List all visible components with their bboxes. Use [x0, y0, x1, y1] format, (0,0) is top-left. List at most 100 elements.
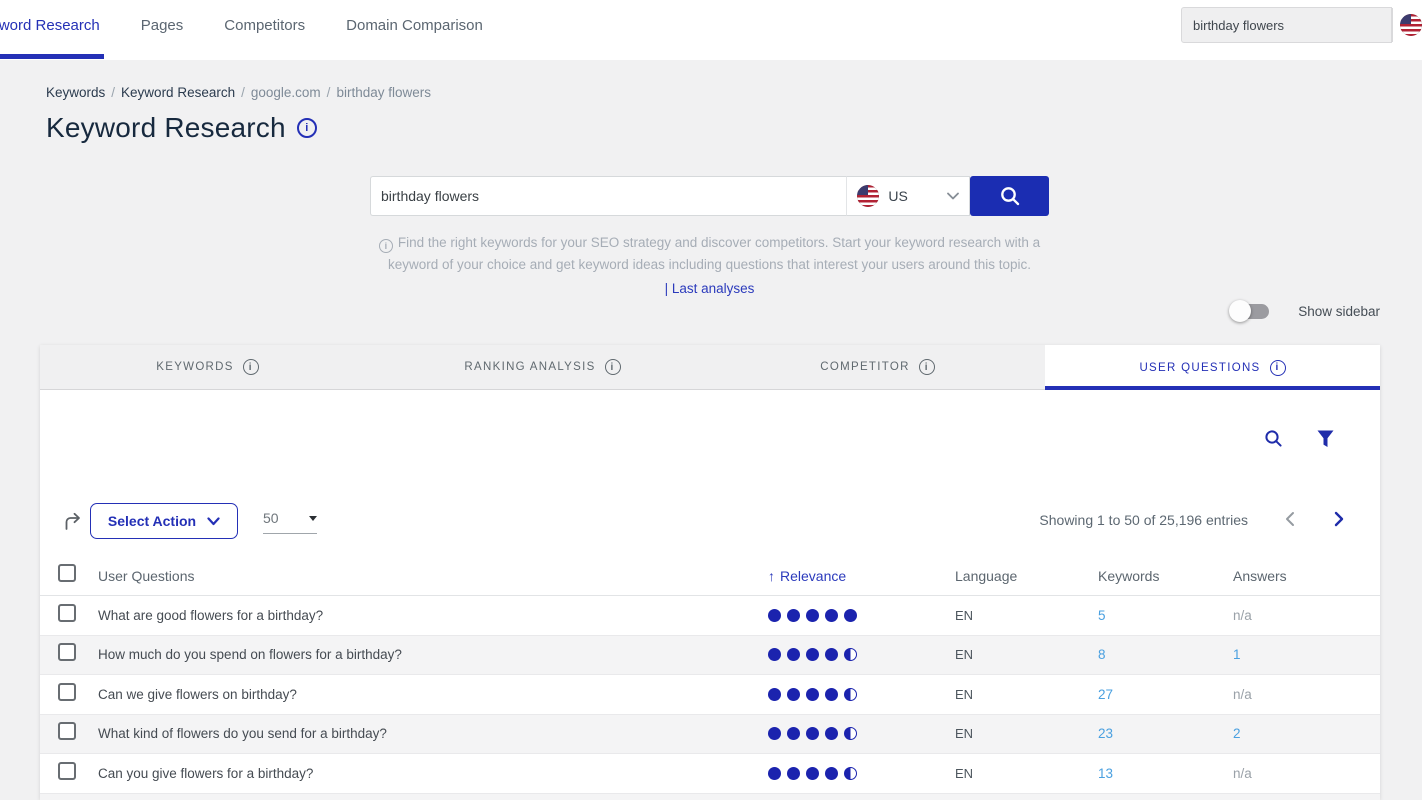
column-header-keywords[interactable]: Keywords [1098, 568, 1233, 584]
caret-down-icon [309, 516, 317, 521]
relevance-dot-full [806, 609, 819, 622]
tab-user-questions[interactable]: USER QUESTIONS [1045, 345, 1380, 390]
export-button[interactable] [62, 510, 84, 537]
breadcrumb-domain[interactable]: google.com [251, 85, 321, 100]
answers-value[interactable]: 1 [1233, 647, 1380, 662]
header-country-flag[interactable] [1393, 14, 1422, 36]
table-row: What kind of flowers do you send for a b… [40, 715, 1380, 755]
column-header-user-questions[interactable]: User Questions [98, 568, 768, 584]
tab-competitor[interactable]: COMPETITOR [710, 345, 1045, 390]
answers-value[interactable]: 2 [1233, 726, 1380, 741]
header-search-input[interactable] [1181, 7, 1392, 43]
column-header-language[interactable]: Language [955, 568, 1098, 584]
select-all-checkbox[interactable] [58, 564, 76, 582]
nav-item-domain-comparison[interactable]: Domain Comparison [346, 0, 483, 60]
country-select[interactable]: US [846, 176, 970, 216]
tab-label: RANKING ANALYSIS [464, 361, 595, 373]
row-checkbox[interactable] [58, 683, 76, 701]
relevance-dot-full [787, 727, 800, 740]
tab-keywords[interactable]: KEYWORDS [40, 345, 375, 390]
relevance-dot-full [768, 727, 781, 740]
tab-info-icon[interactable] [919, 359, 935, 375]
last-analyses-link[interactable]: | Last analyses [665, 281, 755, 296]
relevance-dots [768, 648, 955, 661]
keywords-count-link[interactable]: 13 [1098, 766, 1233, 781]
next-page-button[interactable] [1334, 511, 1345, 527]
relevance-dot-full [825, 688, 838, 701]
previous-page-button[interactable] [1284, 511, 1295, 527]
relevance-dot-full [825, 609, 838, 622]
breadcrumb-separator: / [111, 85, 115, 100]
language-value: EN [955, 726, 1098, 741]
row-checkbox[interactable] [58, 643, 76, 661]
search-button[interactable] [970, 176, 1049, 216]
keyword-search-input[interactable] [370, 176, 846, 216]
relevance-dot-full [806, 648, 819, 661]
keywords-count-link[interactable]: 8 [1098, 647, 1233, 662]
relevance-dots [768, 767, 955, 780]
column-header-relevance[interactable]: ↑Relevance [768, 568, 955, 584]
question-text: What kind of flowers do you send for a b… [98, 726, 768, 741]
title-info-icon[interactable] [297, 118, 317, 138]
relevance-dot-full [825, 767, 838, 780]
row-checkbox[interactable] [58, 604, 76, 622]
us-flag-icon [1400, 14, 1422, 36]
relevance-dot-full [787, 767, 800, 780]
answers-value: n/a [1233, 766, 1380, 781]
page-size-value: 50 [263, 510, 279, 526]
chevron-left-icon [1284, 511, 1295, 527]
row-checkbox[interactable] [58, 722, 76, 740]
table-search-button[interactable] [1264, 429, 1283, 448]
keywords-count-link[interactable]: 23 [1098, 726, 1233, 741]
tab-label: USER QUESTIONS [1139, 362, 1260, 374]
breadcrumb-keyword[interactable]: birthday flowers [336, 85, 431, 100]
relevance-dot-half [844, 767, 857, 780]
tab-label: COMPETITOR [820, 361, 909, 373]
table-row: Can you give flowers for a birthday? EN … [40, 754, 1380, 794]
chevron-down-icon [947, 192, 959, 200]
table-filter-button[interactable] [1317, 430, 1334, 448]
row-checkbox[interactable] [58, 762, 76, 780]
table-header-row: User Questions ↑Relevance Language Keywo… [40, 556, 1380, 596]
relevance-dot-full [787, 648, 800, 661]
keywords-count-link[interactable]: 5 [1098, 608, 1233, 623]
language-value: EN [955, 766, 1098, 781]
relevance-dots [768, 727, 955, 740]
tab-label: KEYWORDS [156, 361, 234, 373]
search-description: Find the right keywords for your SEO str… [370, 232, 1049, 276]
relevance-dot-half [844, 648, 857, 661]
export-arrow-icon [62, 510, 84, 532]
page-title-row: Keyword Research [46, 112, 317, 144]
breadcrumb-keyword-research[interactable]: Keyword Research [121, 85, 235, 100]
header-search [1181, 8, 1422, 42]
nav-item-competitors[interactable]: Competitors [224, 0, 305, 60]
answers-value: n/a [1233, 608, 1380, 623]
tab-info-icon[interactable] [1270, 360, 1286, 376]
relevance-dot-full [806, 767, 819, 780]
search-icon [999, 185, 1021, 207]
toggle-knob [1229, 300, 1251, 322]
relevance-dot-full [844, 609, 857, 622]
keywords-count-link[interactable]: 27 [1098, 687, 1233, 702]
table-toolbar: Select Action 50 Showing 1 to 50 of 25,1… [40, 503, 1380, 543]
top-nav: Keyword Research Pages Competitors Domai… [0, 0, 524, 60]
column-header-answers[interactable]: Answers [1233, 568, 1380, 584]
tab-info-icon[interactable] [243, 359, 259, 375]
sort-ascending-icon: ↑ [768, 568, 775, 584]
breadcrumb: Keywords/Keyword Research/google.com/bir… [46, 85, 431, 100]
relevance-dot-full [787, 609, 800, 622]
page-size-select[interactable]: 50 [263, 510, 317, 534]
search-description-text: Find the right keywords for your SEO str… [388, 235, 1040, 272]
relevance-dot-half [844, 688, 857, 701]
relevance-dot-full [806, 727, 819, 740]
nav-item-keyword-research[interactable]: Keyword Research [0, 0, 100, 60]
country-code-label: US [888, 188, 907, 204]
nav-item-pages[interactable]: Pages [141, 0, 184, 60]
tab-info-icon[interactable] [605, 359, 621, 375]
relevance-dot-full [768, 609, 781, 622]
breadcrumb-keywords[interactable]: Keywords [46, 85, 105, 100]
tab-ranking-analysis[interactable]: RANKING ANALYSIS [375, 345, 710, 390]
select-action-button[interactable]: Select Action [90, 503, 238, 539]
language-value: EN [955, 647, 1098, 662]
show-sidebar-toggle[interactable] [1232, 304, 1269, 319]
